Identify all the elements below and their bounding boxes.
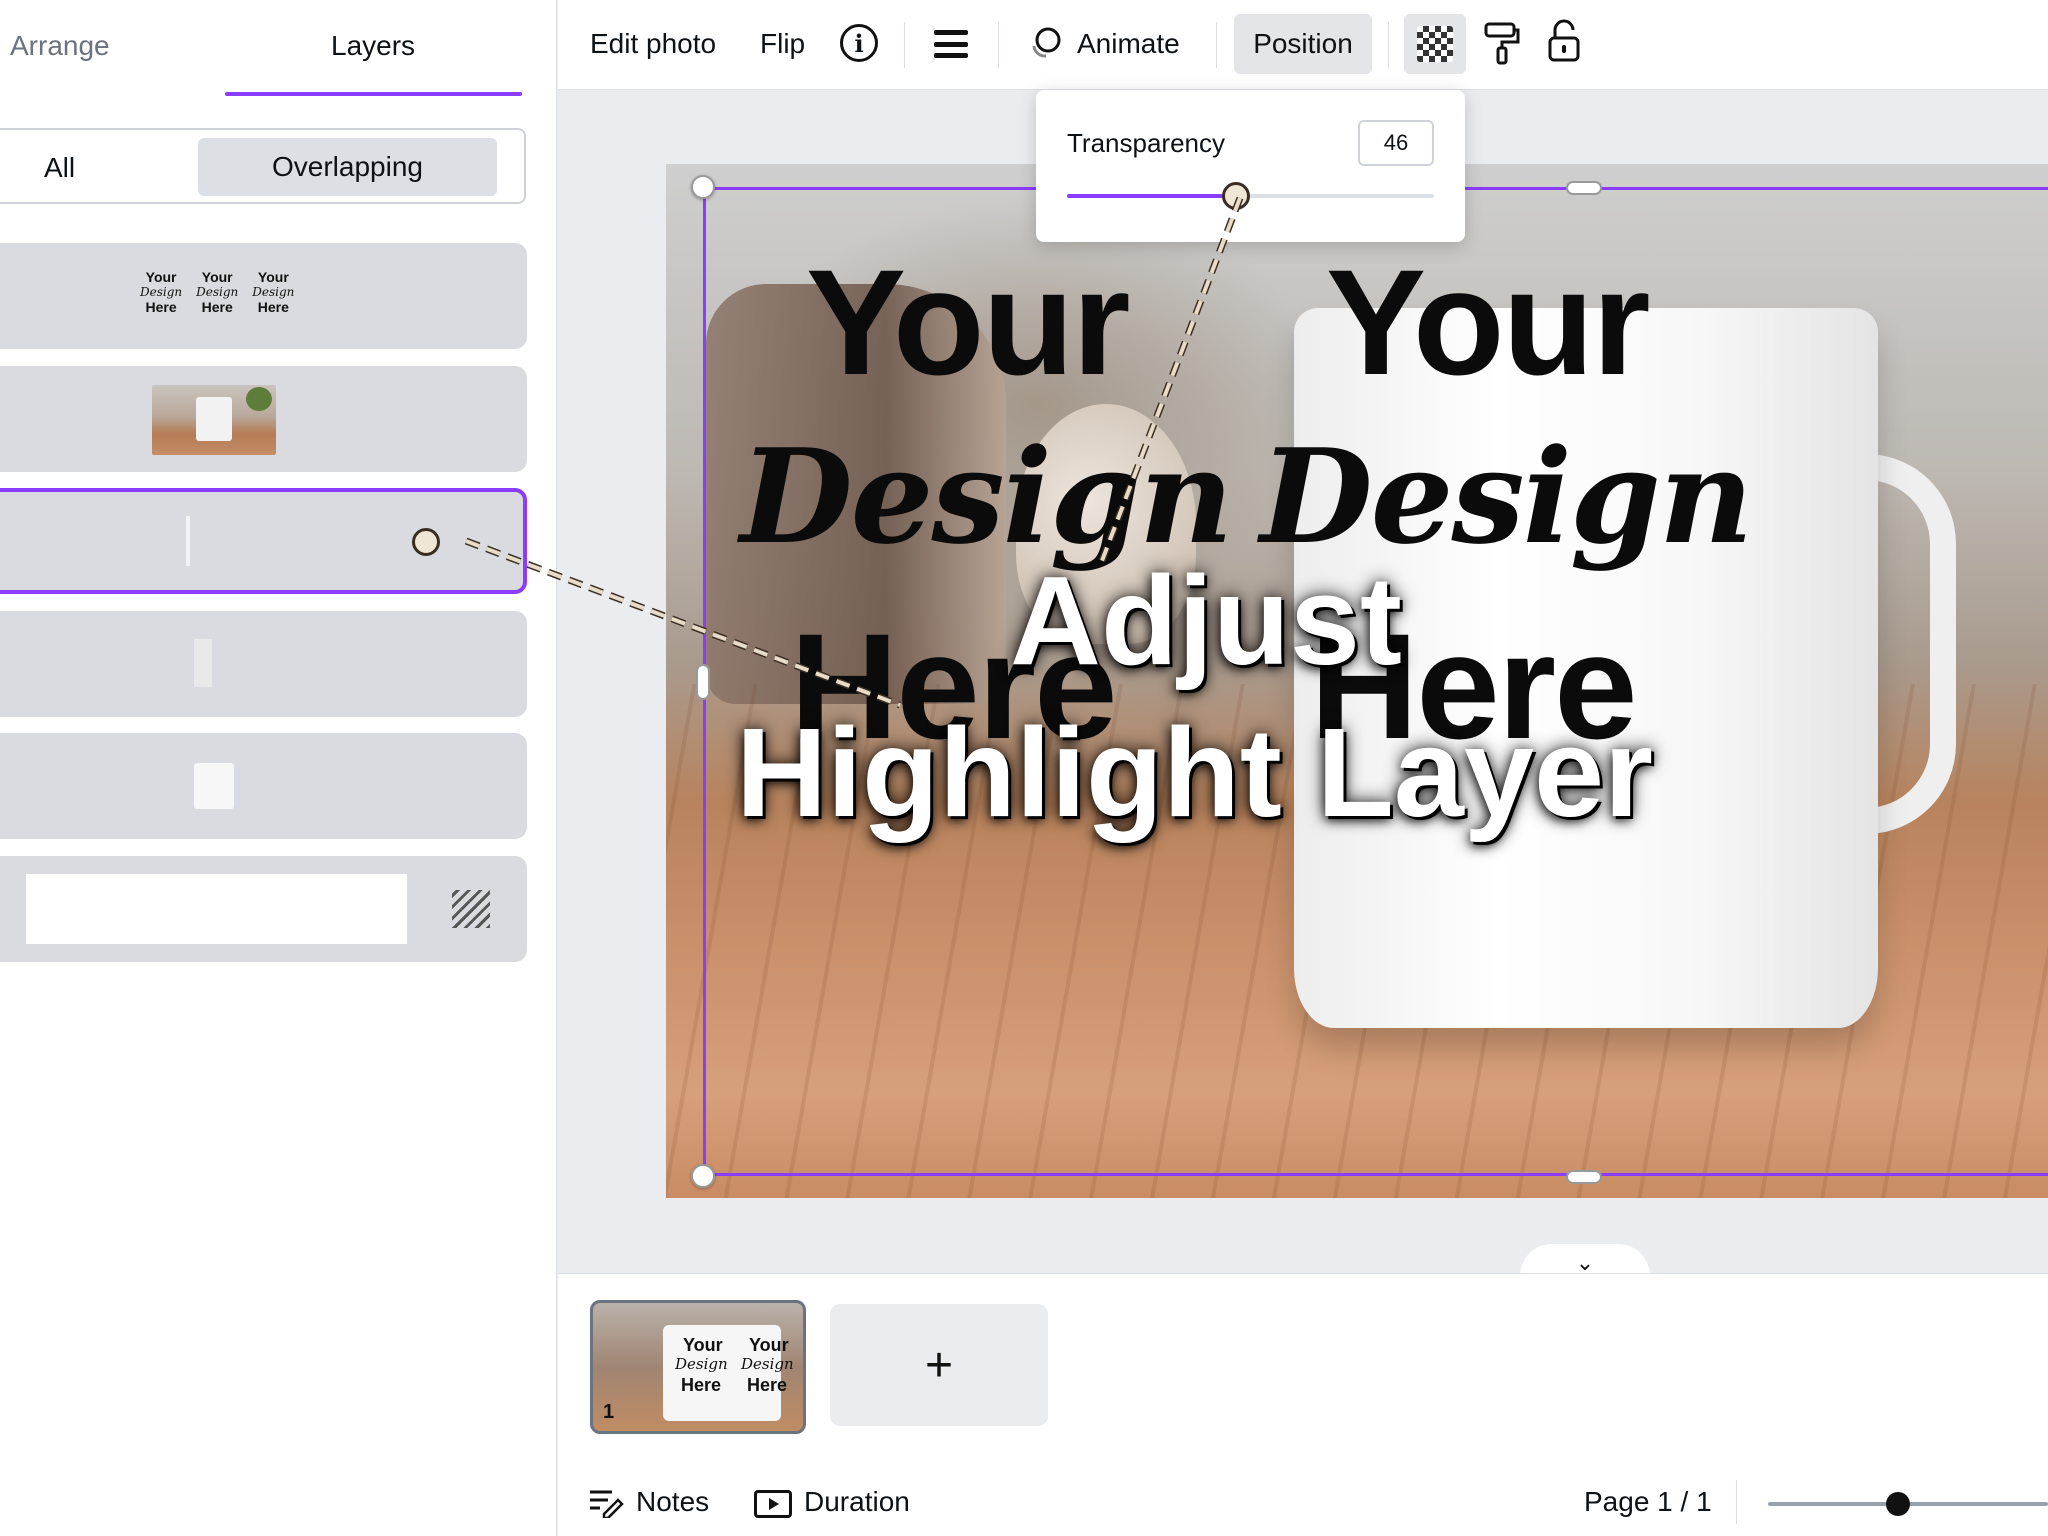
thumb-word-here: Here [681,1375,722,1395]
thumb-word-design: Design [252,285,295,299]
filter-overlapping[interactable]: Overlapping [198,138,497,196]
flip-button[interactable]: Flip [760,28,805,60]
zoom-slider-thumb[interactable] [1886,1492,1910,1516]
footer-divider [1736,1480,1737,1524]
transparency-hatch-icon [452,890,490,928]
toolbar-divider [998,22,999,68]
resize-handle-top[interactable] [1566,181,1602,195]
layer-filter-toggle: All Overlapping [0,128,526,204]
checkerboard-icon [1417,26,1453,62]
active-tab-indicator [225,92,522,96]
thumb-word-your: Your [145,269,177,285]
resize-handle-left[interactable] [696,664,710,700]
layer-item-photo[interactable] [0,366,527,472]
editor-toolbar: Edit photo Flip i Animate Position [558,0,2048,90]
thumb-word-your: Your [749,1335,789,1355]
notes-button[interactable]: Notes [636,1486,709,1518]
layer-thumbnail [26,874,407,944]
thumb-word-design: Design [675,1355,728,1373]
resize-handle-bottom-left[interactable] [691,1164,715,1188]
page-thumbnail[interactable]: Your Your Design Design Here Here 1 [590,1300,806,1434]
thumb-word-your: Your [257,269,289,285]
layer-item-mug-shape[interactable] [0,733,527,839]
mug-handle [1866,454,1956,834]
mug-text-your[interactable]: Your [1326,236,1651,409]
resize-handle-top-left[interactable] [691,175,715,199]
position-button[interactable]: Position [1234,14,1372,74]
toolbar-divider [904,22,905,68]
transparency-slider-thumb[interactable] [1222,182,1250,210]
mug-shape [196,397,232,441]
thumb-word-design: Design [140,285,183,299]
play-icon[interactable] [754,1490,792,1518]
pages-strip: Your Your Design Design Here Here 1 + No… [558,1273,2048,1536]
layer-item-text[interactable]: Your Design Here Your Design Here Your Design… [0,243,527,349]
layer-thumbnail [152,385,276,455]
collapse-pages-button[interactable]: ⌄ [1520,1244,1650,1276]
mug-text-your[interactable]: Your [806,236,1131,409]
paint-roller-icon[interactable] [1482,20,1522,66]
transparency-slider-fill [1067,194,1236,198]
pointer-marker [412,528,440,556]
info-icon[interactable]: i [840,24,878,62]
tab-arrange[interactable]: Arrange [10,30,110,62]
thumb-word-design: Design [741,1355,794,1373]
layer-item-shadow[interactable] [0,611,527,717]
page-number: 1 [603,1401,615,1423]
thumb-word-design: Design [196,285,239,299]
transparency-button[interactable] [1404,14,1466,74]
thumb-word-here: Here [747,1375,788,1395]
duration-button[interactable]: Duration [804,1486,910,1518]
layer-thumbnail [194,763,234,809]
filter-all[interactable]: All [44,152,75,184]
toolbar-divider [1388,22,1389,68]
edit-photo-button[interactable]: Edit photo [590,28,716,60]
thumb-word-your: Your [201,269,233,285]
transparency-slider[interactable] [1067,182,1434,210]
layer-item-background[interactable] [0,856,527,962]
transparency-popover: Transparency 46 [1036,90,1465,242]
lock-icon[interactable] [1546,18,1582,64]
lines-icon[interactable] [934,30,968,58]
add-page-button[interactable]: + [830,1304,1048,1426]
tab-layers[interactable]: Layers [331,30,415,62]
layer-thumbnail [194,639,212,687]
layer-item-highlight[interactable] [0,488,527,594]
layer-thumbnail: Your Design Here Your Design Here Your Design… [140,269,294,315]
thumb-word-here: Here [201,299,233,315]
toolbar-divider [1216,22,1217,68]
transparency-value-input[interactable]: 46 [1358,120,1434,166]
notes-icon[interactable] [588,1488,624,1518]
resize-handle-bottom[interactable] [1566,1170,1602,1184]
layer-thumbnail [186,516,190,566]
animate-button[interactable]: Animate [1077,28,1180,60]
plant-shape [246,387,272,411]
animate-icon[interactable] [1028,26,1062,60]
page-indicator[interactable]: Page 1 / 1 [1584,1486,1712,1518]
thumb-word-here: Here [257,299,289,315]
layers-panel: Arrange Layers All Overlapping Your Desig… [0,0,557,1536]
thumb-word-here: Here [145,299,177,315]
tutorial-caption-line2: Highlight Layer [736,702,1654,843]
tutorial-caption-line1: Adjust [1010,550,1402,691]
thumb-word-your: Your [683,1335,723,1355]
transparency-label: Transparency [1067,128,1225,158]
